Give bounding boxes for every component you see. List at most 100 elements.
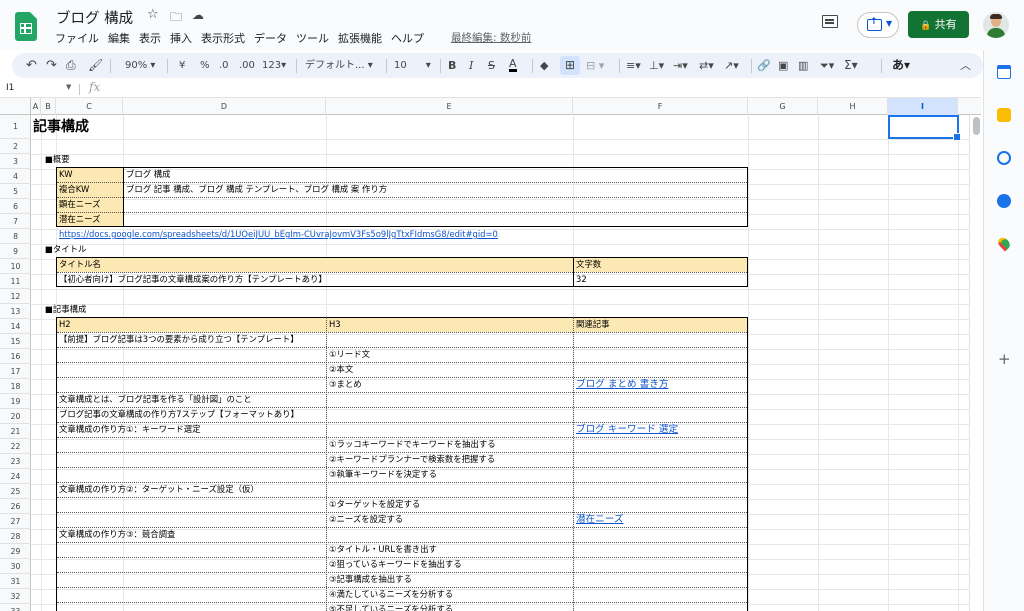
col-header-d[interactable]: D xyxy=(123,98,326,115)
functions-icon[interactable]: Σ▾ xyxy=(844,53,858,78)
input-tools-button[interactable]: あ▾ xyxy=(892,53,910,78)
structure-h3-cell[interactable]: ①リード文 xyxy=(329,347,370,362)
row-header-5[interactable]: 5 xyxy=(0,184,31,199)
row-header-14[interactable]: 14 xyxy=(0,319,31,334)
bold-icon[interactable]: B xyxy=(448,53,456,78)
title-header-name[interactable]: タイトル名 xyxy=(59,257,101,272)
valign-icon[interactable]: ⊥▾ xyxy=(649,53,664,78)
structure-header-h3[interactable]: H3 xyxy=(329,317,341,332)
col-header-b[interactable]: B xyxy=(41,98,56,115)
structure-h3-cell[interactable]: ②本文 xyxy=(329,362,353,377)
avatar[interactable] xyxy=(983,12,1009,38)
row-header-25[interactable]: 25 xyxy=(0,484,31,499)
row-header-3[interactable]: 3 xyxy=(0,154,31,169)
row-header-1[interactable]: 1 xyxy=(0,115,31,139)
row-header-21[interactable]: 21 xyxy=(0,424,31,439)
row-header-7[interactable]: 7 xyxy=(0,214,31,229)
overview-label-latent-needs[interactable]: 潜在ニーズ xyxy=(59,212,100,227)
structure-h2-cell[interactable]: 文章構成の作り方②：ターゲット・ニーズ設定（仮） xyxy=(59,482,259,497)
present-button[interactable]: ▼ xyxy=(857,12,899,38)
structure-header-related[interactable]: 関連記事 xyxy=(576,317,610,332)
structure-related-cell[interactable]: ブログ まとめ 書き方 xyxy=(576,377,668,392)
col-header-g[interactable]: G xyxy=(748,98,818,115)
decrease-decimal-button[interactable]: .0 xyxy=(219,53,229,78)
link-icon[interactable]: 🔗 xyxy=(757,53,771,78)
row-header-32[interactable]: 32 xyxy=(0,589,31,604)
row-header-11[interactable]: 11 xyxy=(0,274,31,289)
overview-value-compound-kw[interactable]: ブログ 記事 構成、ブログ 構成 テンプレート、ブログ 構成 案 作り方 xyxy=(126,182,387,197)
sheets-logo-icon[interactable] xyxy=(15,12,37,41)
row-header-13[interactable]: 13 xyxy=(0,304,31,319)
redo-icon[interactable]: ↷ xyxy=(46,53,57,78)
align-icon[interactable]: ≡▾ xyxy=(626,53,641,78)
structure-h3-cell[interactable]: ②ニーズを設定する xyxy=(329,512,403,527)
filter-icon[interactable]: ⏷▾ xyxy=(820,53,834,78)
structure-h3-cell[interactable]: ②キーワードプランナーで検索数を把握する xyxy=(329,452,495,467)
title-char-count[interactable]: 32 xyxy=(576,272,587,287)
row-header-17[interactable]: 17 xyxy=(0,364,31,379)
row-header-26[interactable]: 26 xyxy=(0,499,31,514)
last-edit-link[interactable]: 最終編集: 数秒前 xyxy=(451,30,531,45)
row-header-2[interactable]: 2 xyxy=(0,139,31,154)
row-header-12[interactable]: 12 xyxy=(0,289,31,304)
scrollbar-thumb[interactable] xyxy=(973,117,980,135)
increase-decimal-button[interactable]: .00 xyxy=(239,53,255,78)
structure-h2-cell[interactable]: 文章構成の作り方①：キーワード選定 xyxy=(59,422,201,437)
select-all-corner[interactable] xyxy=(0,98,31,115)
structure-h3-cell[interactable]: ③まとめ xyxy=(329,377,362,392)
selected-cell-i1[interactable] xyxy=(888,115,961,141)
wrap-icon[interactable]: ⇥▾ xyxy=(673,53,688,78)
row-header-22[interactable]: 22 xyxy=(0,439,31,454)
spreadsheet-url-link[interactable]: https://docs.google.com/spreadsheets/d/1… xyxy=(59,227,498,242)
rotate-icon[interactable]: ↗▾ xyxy=(724,53,739,78)
structure-section-label[interactable]: ■記事構成 xyxy=(45,302,86,317)
structure-h2-cell[interactable]: 【前提】ブログ記事は3つの要素から成り立つ【テンプレート】 xyxy=(59,332,299,347)
add-icon[interactable]: + xyxy=(998,352,1011,367)
row-header-8[interactable]: 8 xyxy=(0,229,31,244)
number-format-select[interactable]: 123▾ xyxy=(262,53,286,78)
calendar-icon[interactable] xyxy=(997,65,1011,79)
name-box[interactable]: I1 xyxy=(6,83,14,93)
row-header-29[interactable]: 29 xyxy=(0,544,31,559)
menu-view[interactable]: 表示 xyxy=(139,30,161,46)
structure-h3-cell[interactable]: ①タイトル・URLを書き出す xyxy=(329,542,437,557)
fill-color-icon[interactable]: ◆ xyxy=(540,53,548,78)
menu-data[interactable]: データ xyxy=(254,30,287,46)
row-header-27[interactable]: 27 xyxy=(0,514,31,529)
structure-h2-cell[interactable]: 文章構成の作り方③：競合調査 xyxy=(59,527,175,542)
menu-edit[interactable]: 編集 xyxy=(108,30,130,46)
overview-label-kw[interactable]: KW xyxy=(59,167,72,182)
row-header-10[interactable]: 10 xyxy=(0,259,31,274)
row-header-20[interactable]: 20 xyxy=(0,409,31,424)
chevron-down-icon[interactable]: ▼ xyxy=(66,83,71,91)
structure-h3-cell[interactable]: ③記事構成を抽出する xyxy=(329,572,412,587)
row-header-4[interactable]: 4 xyxy=(0,169,31,184)
col-header-f[interactable]: F xyxy=(573,98,748,115)
structure-h3-cell[interactable]: ①ターゲットを設定する xyxy=(329,497,420,512)
overview-label-compound-kw[interactable]: 複合KW xyxy=(59,182,89,197)
row-header-19[interactable]: 19 xyxy=(0,394,31,409)
structure-h2-cell[interactable]: ブログ記事の文章構成の作り方7ステップ【フォーマットあり】 xyxy=(59,407,299,422)
text-color-icon[interactable]: A xyxy=(509,53,517,72)
col-header-h[interactable]: H xyxy=(818,98,888,115)
strikethrough-icon[interactable]: S xyxy=(488,53,495,78)
keep-icon[interactable] xyxy=(997,108,1011,122)
merge-icon[interactable]: ⊟ ▾ xyxy=(586,53,604,78)
star-icon[interactable]: ☆ xyxy=(147,7,159,22)
col-header-a[interactable]: A xyxy=(31,98,41,115)
chart-icon[interactable]: ▥ xyxy=(798,53,808,78)
col-header-e[interactable]: E xyxy=(326,98,573,115)
comment-icon[interactable] xyxy=(822,15,838,28)
cell-area[interactable]: 記事構成 ■概要 KW ブログ 構成 複合KW ブログ 記事 構成、ブログ 構成… xyxy=(31,115,969,611)
row-header-16[interactable]: 16 xyxy=(0,349,31,364)
menu-tools[interactable]: ツール xyxy=(296,30,329,46)
currency-button[interactable]: ¥ xyxy=(179,53,185,78)
structure-h3-cell[interactable]: ③執筆キーワードを決定する xyxy=(329,467,437,482)
structure-h3-cell[interactable]: ②狙っているキーワードを抽出する xyxy=(329,557,462,572)
structure-related-cell[interactable]: ブログ キーワード 選定 xyxy=(576,422,678,437)
overview-label-explicit-needs[interactable]: 顕在ニーズ xyxy=(59,197,100,212)
print-icon[interactable]: ⎙ xyxy=(66,53,76,78)
menu-help[interactable]: ヘルプ xyxy=(391,30,424,46)
title-section-label[interactable]: ■タイトル xyxy=(45,242,86,257)
row-header-23[interactable]: 23 xyxy=(0,454,31,469)
